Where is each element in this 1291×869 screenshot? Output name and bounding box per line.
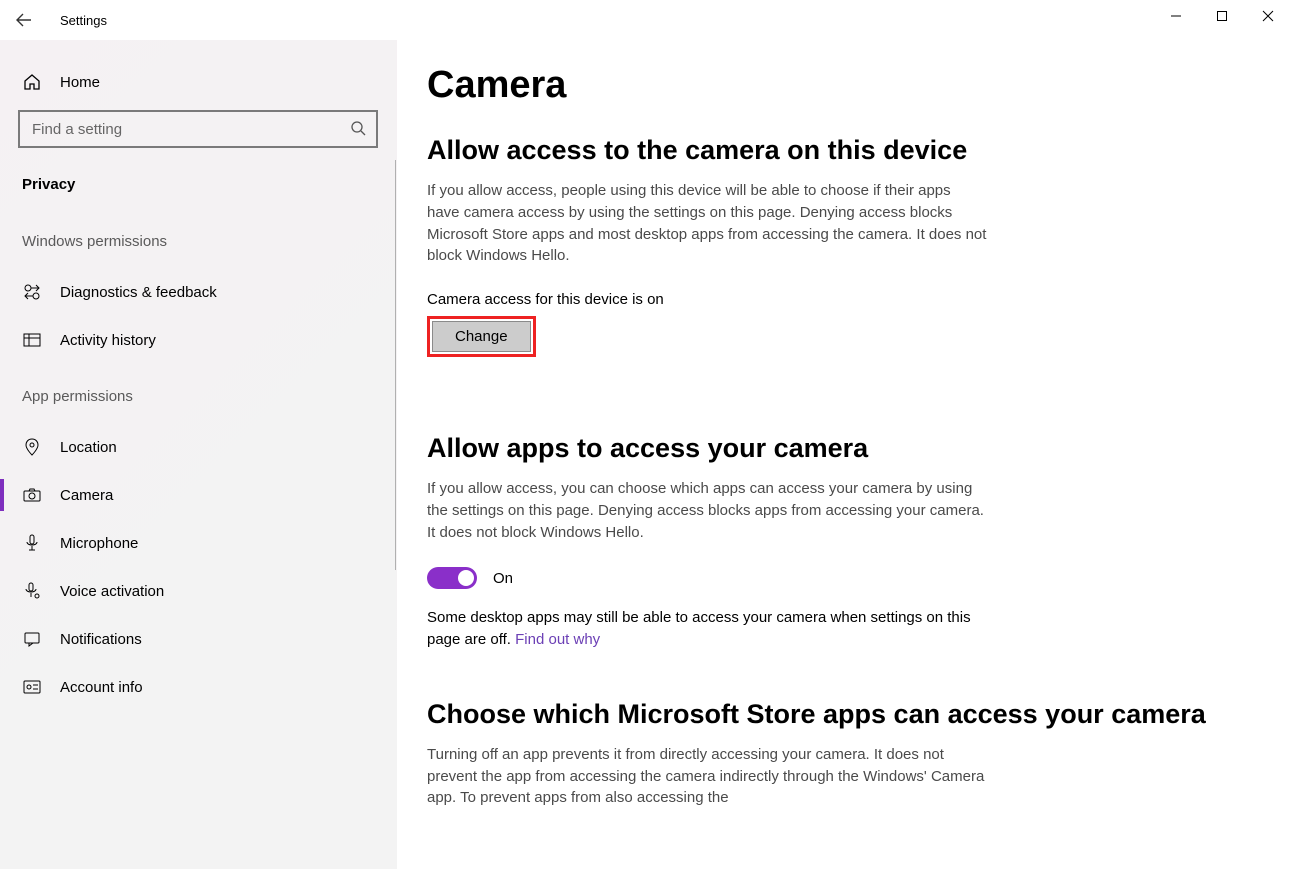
- sidebar-item-label: Activity history: [60, 332, 156, 349]
- section-allow-apps-desc: If you allow access, you can choose whic…: [427, 478, 987, 543]
- allow-apps-toggle-label: On: [493, 570, 513, 587]
- section-allow-device-desc: If you allow access, people using this d…: [427, 180, 987, 267]
- sidebar-item-label: Account info: [60, 679, 143, 696]
- sidebar-item-location[interactable]: Location: [0, 423, 396, 471]
- feedback-icon: [22, 282, 42, 302]
- sidebar-item-diagnostics[interactable]: Diagnostics & feedback: [0, 268, 396, 316]
- location-icon: [22, 437, 42, 457]
- change-highlight: Change: [427, 316, 536, 357]
- group-app-permissions: App permissions: [0, 364, 396, 423]
- desktop-apps-note-text: Some desktop apps may still be able to a…: [427, 609, 971, 648]
- close-icon: [1262, 10, 1274, 22]
- account-icon: [22, 677, 42, 697]
- section-allow-apps-heading: Allow apps to access your camera: [427, 433, 1251, 464]
- arrow-left-icon: [16, 12, 32, 28]
- maximize-icon: [1216, 10, 1228, 22]
- sidebar-item-activity-history[interactable]: Activity history: [0, 316, 396, 364]
- back-button[interactable]: [0, 0, 48, 40]
- main-content: Camera Allow access to the camera on thi…: [397, 40, 1291, 869]
- sidebar-item-label: Notifications: [60, 631, 142, 648]
- maximize-button[interactable]: [1199, 0, 1245, 32]
- group-windows-permissions: Windows permissions: [0, 209, 396, 268]
- sidebar-item-camera[interactable]: Camera: [0, 471, 396, 519]
- minimize-button[interactable]: [1153, 0, 1199, 32]
- microphone-icon: [22, 533, 42, 553]
- sidebar-item-label: Camera: [60, 487, 113, 504]
- section-choose-apps-heading: Choose which Microsoft Store apps can ac…: [427, 699, 1251, 730]
- titlebar: Settings: [0, 0, 1291, 40]
- sidebar-item-label: Diagnostics & feedback: [60, 284, 217, 301]
- sidebar-item-voice-activation[interactable]: Voice activation: [0, 567, 396, 615]
- camera-access-status: Camera access for this device is on: [427, 291, 1251, 308]
- sidebar-item-notifications[interactable]: Notifications: [0, 615, 396, 663]
- search-input[interactable]: [18, 110, 378, 148]
- sidebar-item-microphone[interactable]: Microphone: [0, 519, 396, 567]
- voice-icon: [22, 581, 42, 601]
- allow-apps-toggle-row: On: [427, 567, 1251, 589]
- history-icon: [22, 330, 42, 350]
- desktop-apps-note: Some desktop apps may still be able to a…: [427, 607, 987, 651]
- change-button[interactable]: Change: [432, 321, 531, 352]
- sidebar-item-account-info[interactable]: Account info: [0, 663, 396, 711]
- minimize-icon: [1170, 10, 1182, 22]
- sidebar-item-label: Microphone: [60, 535, 138, 552]
- section-allow-device-heading: Allow access to the camera on this devic…: [427, 135, 1251, 166]
- search-container: [18, 110, 378, 148]
- category-label: Privacy: [0, 166, 396, 209]
- window-controls: [1153, 0, 1291, 32]
- home-nav[interactable]: Home: [0, 64, 396, 110]
- sidebar-item-label: Voice activation: [60, 583, 164, 600]
- allow-apps-toggle[interactable]: [427, 567, 477, 589]
- page-title: Camera: [427, 64, 1251, 107]
- camera-icon: [22, 485, 42, 505]
- close-button[interactable]: [1245, 0, 1291, 32]
- home-icon: [22, 72, 42, 92]
- sidebar-item-label: Location: [60, 439, 117, 456]
- home-label: Home: [60, 74, 100, 91]
- notifications-icon: [22, 629, 42, 649]
- window-title: Settings: [48, 13, 107, 28]
- section-choose-apps-desc: Turning off an app prevents it from dire…: [427, 744, 987, 809]
- sidebar: Home Privacy Windows permissions Diagnos…: [0, 40, 397, 869]
- find-out-why-link[interactable]: Find out why: [515, 631, 600, 648]
